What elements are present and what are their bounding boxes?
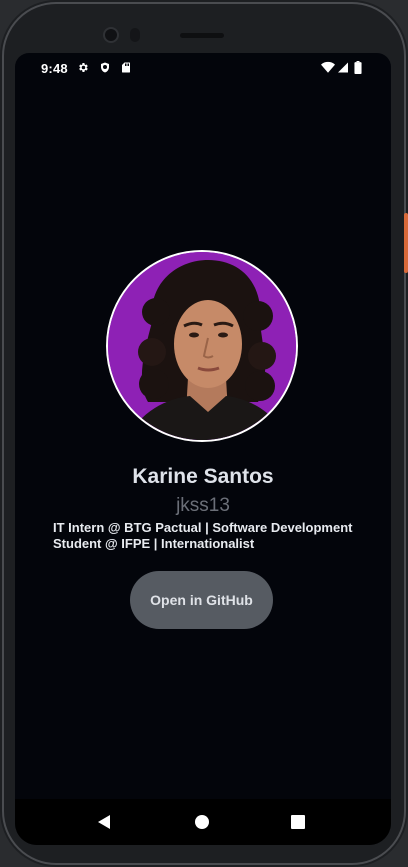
bio-line-2: Student @ IFPE | Internationalist: [53, 536, 255, 551]
open-in-github-button[interactable]: Open in GitHub: [130, 571, 273, 629]
avatar-photo: [108, 252, 296, 440]
battery-icon: [354, 61, 362, 74]
sd-card-icon: [120, 61, 132, 74]
proximity-sensor: [130, 28, 140, 42]
cell-signal-icon: [337, 61, 349, 74]
app-screen: 9:48 Karine Santos jkss13 IT Intern @ BT…: [15, 53, 391, 845]
system-navigation-bar: [15, 799, 391, 845]
front-camera: [103, 27, 119, 43]
power-button[interactable]: [404, 213, 408, 273]
profile-name: Karine Santos: [132, 465, 274, 488]
bio-line-1: IT Intern @ BTG Pactual | Software Devel…: [53, 520, 353, 535]
status-time: 9:48: [41, 61, 68, 76]
home-icon[interactable]: [191, 811, 213, 833]
earpiece-speaker: [180, 33, 224, 38]
profile-bio: IT Intern @ BTG Pactual | Software Devel…: [53, 520, 373, 552]
wifi-icon: [321, 61, 335, 74]
phone-frame: 9:48 Karine Santos jkss13 IT Intern @ BT…: [0, 0, 408, 867]
shield-icon: [99, 61, 111, 74]
recents-icon[interactable]: [287, 811, 309, 833]
profile-username: jkss13: [176, 495, 230, 516]
profile-avatar: [106, 250, 298, 442]
back-icon[interactable]: [93, 811, 115, 833]
settings-gear-icon: [77, 61, 89, 74]
status-bar: 9:48: [15, 53, 391, 83]
